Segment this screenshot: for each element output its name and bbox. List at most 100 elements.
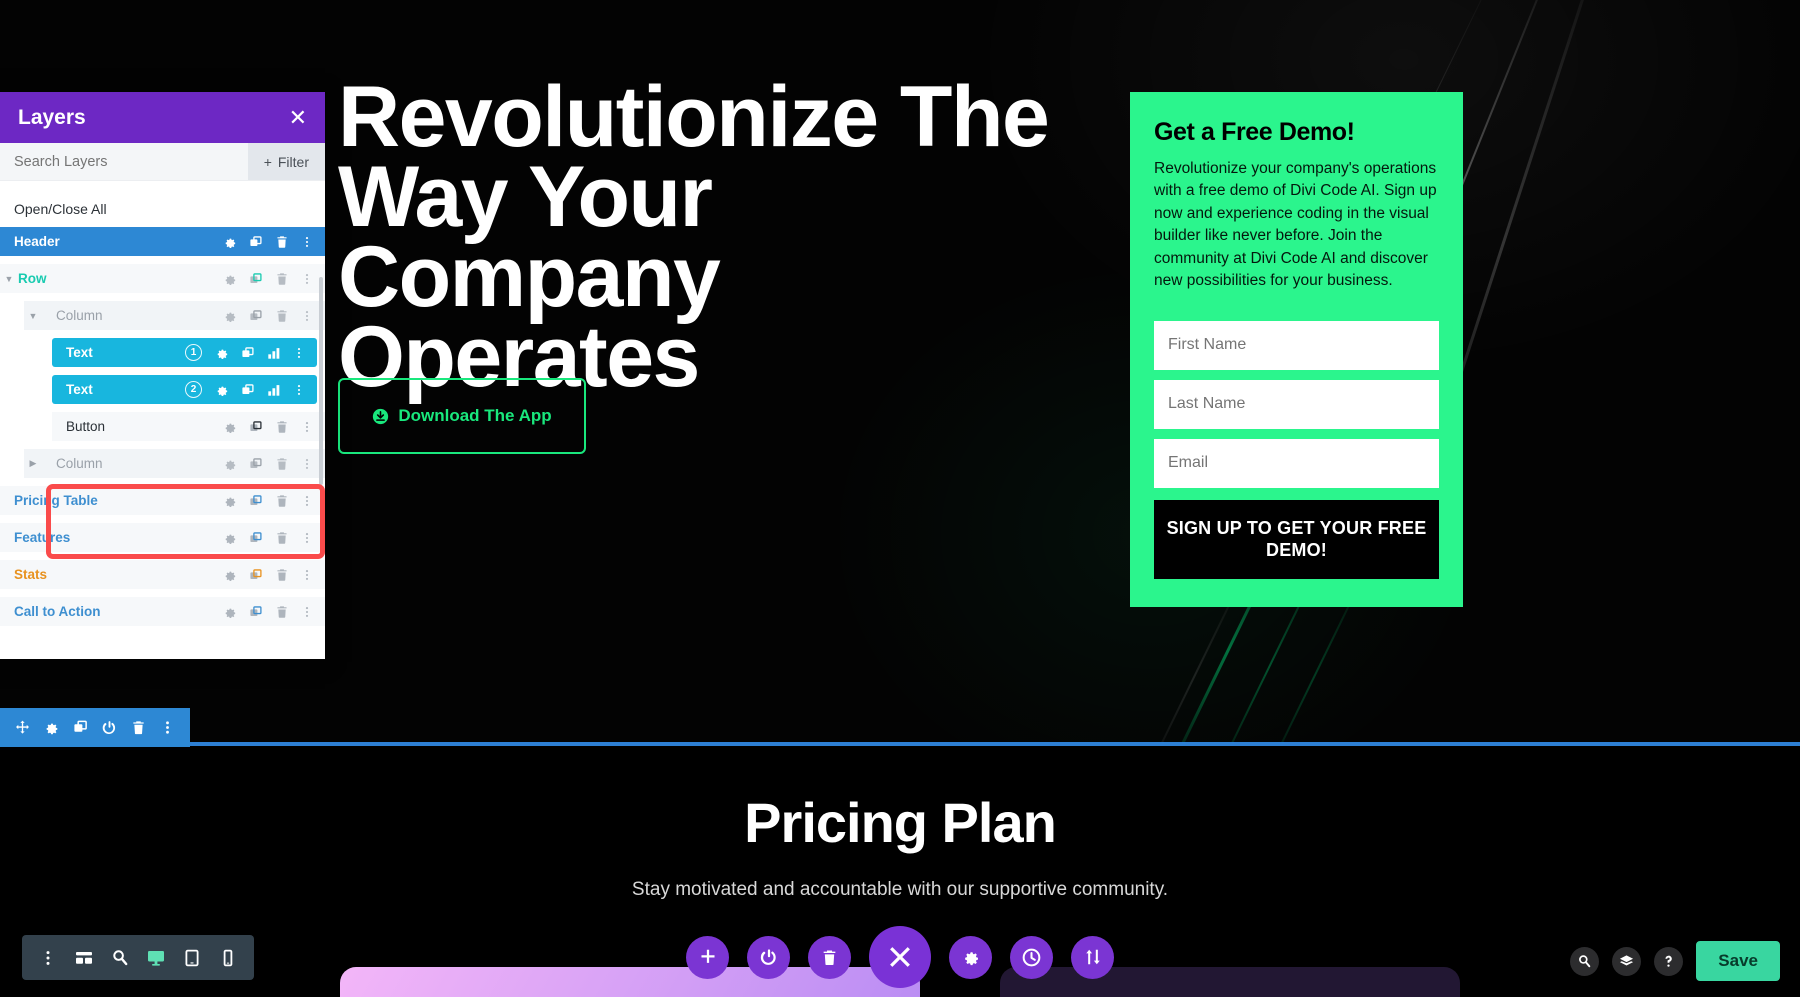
history-icon[interactable] [1010,935,1053,979]
plus-icon: + [263,153,272,170]
layer-row-stats[interactable]: Stats [0,560,325,589]
gear-icon[interactable] [223,494,237,508]
dots-icon[interactable] [301,568,313,582]
layers-list-body[interactable]: Open/Close All Header ▼ Row ▼ Column Text 1 Tex… [0,181,325,659]
layers-panel: Layers ✕ + Filter Open/Close All Header ▼… [0,92,325,659]
duplicate-icon[interactable] [249,457,263,471]
close-icon[interactable]: ✕ [289,106,307,129]
trash-icon[interactable] [808,935,851,979]
duplicate-icon[interactable] [249,272,263,286]
right-controls: Save [1570,941,1780,981]
dots-vertical-icon[interactable] [30,935,66,980]
duplicate-icon[interactable] [249,235,263,249]
dots-icon[interactable] [293,383,305,397]
gear-icon[interactable] [223,568,237,582]
layer-label: Column [56,456,103,471]
duplicate-icon[interactable] [249,309,263,323]
desktop-icon[interactable] [138,935,174,980]
layer-row-pricing-table[interactable]: Pricing Table [0,486,325,515]
chevron-right-icon[interactable]: ▶ [24,458,42,469]
dots-icon[interactable] [301,235,313,249]
duplicate-icon[interactable] [241,346,255,360]
layer-row-column[interactable]: ▶ Column [24,449,325,478]
dots-icon[interactable] [301,309,313,323]
power-icon[interactable] [95,708,124,747]
layer-label: Features [14,530,71,545]
gear-icon[interactable] [223,235,237,249]
search-icon[interactable] [1570,946,1600,976]
chevron-down-icon[interactable]: ▼ [0,274,18,284]
zoom-icon[interactable] [102,935,138,980]
layers-icon[interactable] [1612,946,1642,976]
save-button[interactable]: Save [1696,941,1780,981]
trash-icon[interactable] [275,494,289,508]
duplicate-icon[interactable] [249,605,263,619]
layer-row-header[interactable]: Header [0,227,325,256]
duplicate-icon[interactable] [66,708,95,747]
gear-icon[interactable] [223,272,237,286]
chevron-down-icon[interactable]: ▼ [24,311,42,321]
layer-row-text-1[interactable]: Text 1 [52,338,317,367]
search-layers-input[interactable] [0,143,248,180]
open-close-all-toggle[interactable]: Open/Close All [0,195,325,227]
duplicate-icon[interactable] [241,383,255,397]
email-input[interactable] [1154,438,1439,488]
duplicate-icon[interactable] [249,531,263,545]
trash-icon[interactable] [275,272,289,286]
dots-icon[interactable] [301,531,313,545]
trash-icon[interactable] [275,309,289,323]
trash-icon[interactable] [275,531,289,545]
dots-icon[interactable] [293,346,305,360]
gear-icon[interactable] [215,346,229,360]
dots-icon[interactable] [301,605,313,619]
duplicate-icon[interactable] [249,494,263,508]
stats-icon[interactable] [267,383,281,397]
duplicate-icon[interactable] [249,420,263,434]
layer-row-button[interactable]: Button [52,412,325,441]
gear-icon[interactable] [215,383,229,397]
trash-icon[interactable] [275,420,289,434]
dots-icon[interactable] [301,420,313,434]
trash-icon[interactable] [275,235,289,249]
gear-icon[interactable] [223,531,237,545]
layer-row-features[interactable]: Features [0,523,325,552]
duplicate-icon[interactable] [249,568,263,582]
add-icon[interactable] [686,935,729,979]
dots-vertical-icon[interactable] [153,708,182,747]
power-icon[interactable] [747,935,790,979]
layers-scrollbar[interactable] [319,277,323,485]
trash-icon[interactable] [275,605,289,619]
dots-icon[interactable] [301,457,313,471]
signup-submit-button[interactable]: SIGN UP TO GET YOUR FREE DEMO! [1154,499,1439,579]
gear-icon[interactable] [223,605,237,619]
last-name-input[interactable] [1154,379,1439,429]
stats-icon[interactable] [267,346,281,360]
download-the-app-button[interactable]: Download The App [338,378,586,454]
gear-icon[interactable] [223,457,237,471]
gear-icon[interactable] [223,420,237,434]
sort-icon[interactable] [1071,935,1114,979]
layer-row-column[interactable]: ▼ Column [24,301,325,330]
tablet-icon[interactable] [174,935,210,980]
layer-actions: 2 [185,381,317,398]
gear-icon[interactable] [37,708,66,747]
gear-icon[interactable] [949,935,992,979]
help-icon[interactable] [1654,946,1684,976]
move-icon[interactable] [8,708,37,747]
trash-icon[interactable] [124,708,153,747]
layer-row-call-to-action[interactable]: Call to Action [0,597,325,626]
gear-icon[interactable] [223,309,237,323]
layer-row-text-2[interactable]: Text 2 [52,375,317,404]
dots-icon[interactable] [301,494,313,508]
filter-button[interactable]: + Filter [247,143,325,180]
pricing-title: Pricing Plan [744,791,1057,854]
close-icon[interactable] [869,926,931,988]
first-name-input[interactable] [1154,320,1439,370]
download-the-app-label: Download The App [398,406,552,425]
trash-icon[interactable] [275,457,289,471]
dots-icon[interactable] [301,272,313,286]
trash-icon[interactable] [275,568,289,582]
layer-row-row[interactable]: ▼ Row [0,264,325,293]
phone-icon[interactable] [210,935,246,980]
wireframe-icon[interactable] [66,935,102,980]
